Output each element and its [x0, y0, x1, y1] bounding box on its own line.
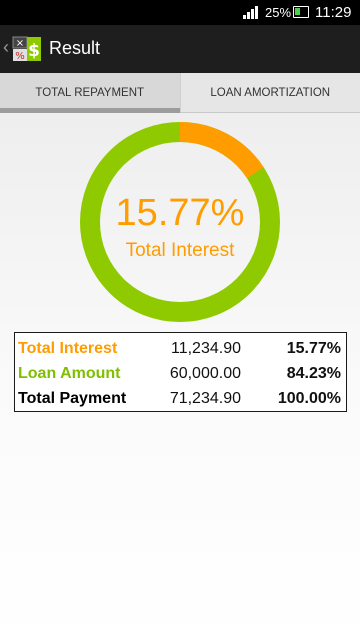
interest-percent: 15.77% [115, 192, 245, 234]
row-amount: 11,234.90 [171, 340, 241, 357]
clock: 11:29 [315, 4, 352, 21]
row-percent: 100.00% [277, 390, 341, 407]
svg-text:$: $ [28, 41, 40, 61]
table-row: Loan Amount 60,000.00 84.23% [15, 362, 345, 386]
table-row: Total Payment 71,234.90 100.00% [15, 387, 345, 411]
row-name: Total Payment [18, 390, 127, 407]
battery-icon [293, 6, 309, 18]
status-bar: 25% 11:29 [0, 0, 360, 25]
action-bar: ‹ × % $ Result [0, 25, 360, 73]
row-amount: 71,234.90 [169, 390, 241, 407]
signal-icon [243, 6, 258, 19]
calculator-dollar-icon[interactable]: × % $ [12, 36, 42, 62]
row-percent: 15.77% [286, 340, 341, 357]
table-row: Total Interest 11,234.90 15.77% [15, 337, 345, 361]
row-amount: 60,000.00 [169, 365, 241, 382]
page-title: Result [49, 38, 101, 58]
svg-text:×: × [16, 38, 24, 49]
chevron-left-icon[interactable]: ‹ [3, 37, 9, 58]
interest-caption: Total Interest [125, 240, 235, 261]
interest-donut-chart: 15.77% Total Interest [80, 122, 280, 322]
battery-percent: 25% [265, 5, 292, 20]
row-name: Loan Amount [18, 365, 121, 382]
row-percent: 84.23% [286, 365, 341, 382]
tab-loan-amortization[interactable]: LOAN AMORTIZATION [179, 73, 360, 112]
row-name: Total Interest [18, 340, 118, 357]
svg-text:%: % [15, 51, 25, 62]
tab-bar: TOTAL REPAYMENT LOAN AMORTIZATION [0, 73, 360, 113]
tab-total-repayment[interactable]: TOTAL REPAYMENT [0, 73, 180, 113]
summary-table: Total Interest 11,234.90 15.77% Loan Amo… [14, 332, 347, 412]
